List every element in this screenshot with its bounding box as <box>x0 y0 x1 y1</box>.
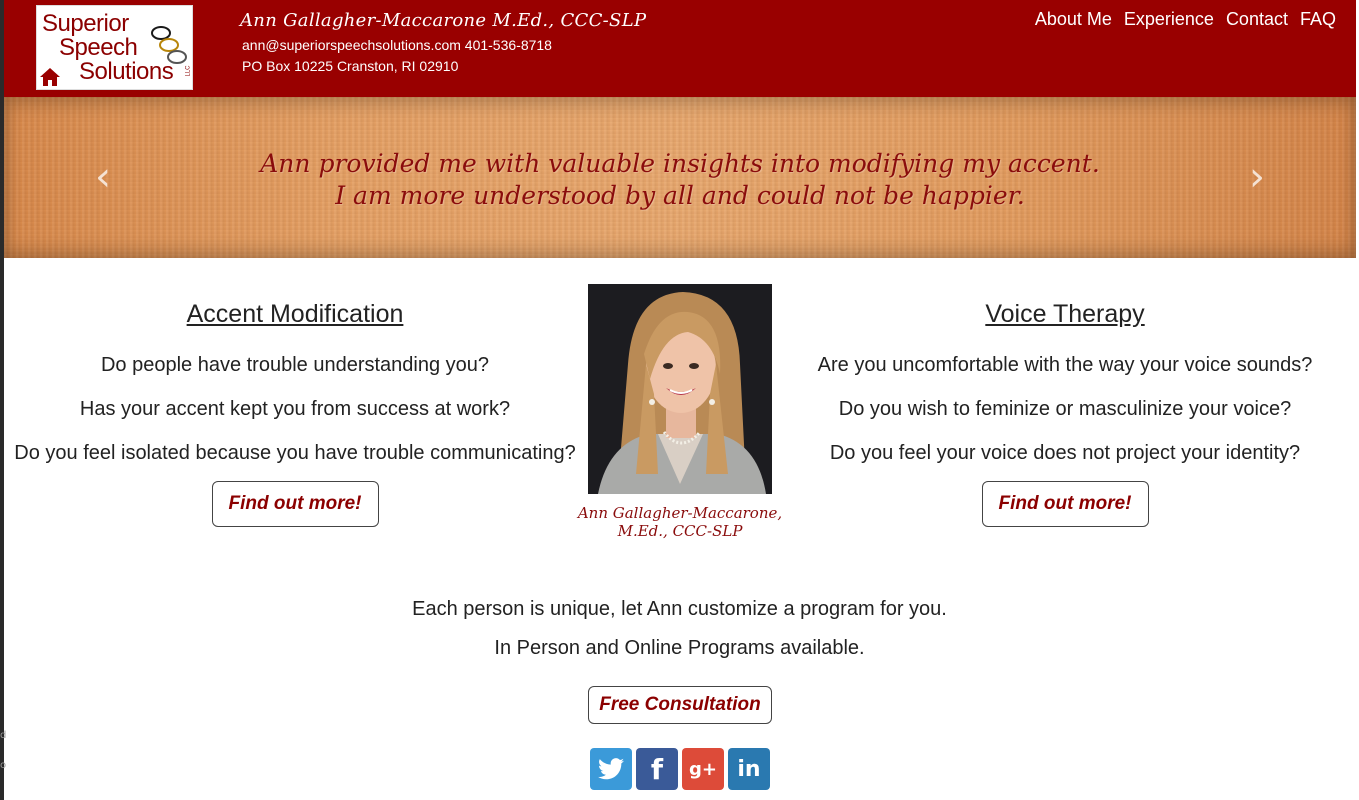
voice-question: Are you uncomfortable with the way your … <box>817 354 1313 376</box>
google-plus-icon[interactable]: g+ <box>682 748 724 790</box>
testimonial-line2: I am more understood by all and could no… <box>335 181 1025 210</box>
linkedin-icon[interactable]: in <box>728 748 770 790</box>
edge-glyph: d <box>0 730 7 741</box>
voice-therapy-section: Voice Therapy Are you uncomfortable with… <box>772 300 1358 527</box>
testimonial-line1: Ann provided me with valuable insights i… <box>260 149 1100 178</box>
accent-find-out-more-button[interactable]: Find out more! <box>211 481 379 527</box>
logo[interactable]: Superior Speech Solutions LLC <box>36 5 193 90</box>
twitter-icon[interactable] <box>590 748 632 790</box>
accent-question: Do people have trouble understanding you… <box>100 354 490 376</box>
accent-title[interactable]: Accent Modification <box>187 300 404 329</box>
header-name: Ann Gallagher-Maccarone M.Ed., CCC-SLP <box>240 10 647 31</box>
caption-line1: Ann Gallagher-Maccarone, <box>577 504 783 522</box>
tagline-programs: In Person and Online Programs available. <box>494 637 865 659</box>
site-header: Superior Speech Solutions LLC Ann Gallag… <box>4 0 1356 97</box>
logo-text-line1: Superior <box>42 10 129 37</box>
tagline-customize: Each person is unique, let Ann customize… <box>412 598 947 620</box>
facebook-icon[interactable]: f <box>636 748 678 790</box>
header-contact[interactable]: ann@superiorspeechsolutions.com 401-536-… <box>242 37 552 53</box>
logo-text-line2: Speech <box>59 34 138 61</box>
accent-question: Do you feel isolated because you have tr… <box>14 442 576 464</box>
nav-about-me[interactable]: About Me <box>1035 9 1112 30</box>
rings-icon <box>151 26 187 64</box>
testimonial-carousel: ‹ Ann provided me with valuable insights… <box>4 97 1356 258</box>
portrait-image <box>588 284 772 494</box>
main-nav: About Me Experience Contact FAQ <box>1035 9 1336 30</box>
nav-experience[interactable]: Experience <box>1124 9 1214 30</box>
voice-question: Do you feel your voice does not project … <box>829 442 1301 464</box>
logo-suffix: LLC <box>185 65 192 77</box>
nav-faq[interactable]: FAQ <box>1300 9 1336 30</box>
voice-find-out-more-button[interactable]: Find out more! <box>981 481 1149 527</box>
edge-glyph: o <box>0 760 7 771</box>
house-icon <box>40 68 60 86</box>
voice-question: Do you wish to feminize or masculinize y… <box>838 398 1292 420</box>
profile-photo <box>588 284 772 494</box>
social-links: f g+ in <box>590 748 770 790</box>
accent-modification-section: Accent Modification Do people have troub… <box>4 300 586 527</box>
free-consultation-button[interactable]: Free Consultation <box>588 686 772 724</box>
voice-title[interactable]: Voice Therapy <box>985 300 1144 329</box>
nav-contact[interactable]: Contact <box>1226 9 1288 30</box>
photo-caption: Ann Gallagher-Maccarone, M.Ed., CCC-SLP <box>560 504 800 540</box>
chevron-right-icon[interactable]: › <box>1242 157 1272 197</box>
header-address: PO Box 10225 Cranston, RI 02910 <box>242 58 459 74</box>
accent-question: Has your accent kept you from success at… <box>79 398 511 420</box>
caption-line2: M.Ed., CCC-SLP <box>617 522 743 540</box>
twitter-bird-icon <box>598 758 624 780</box>
